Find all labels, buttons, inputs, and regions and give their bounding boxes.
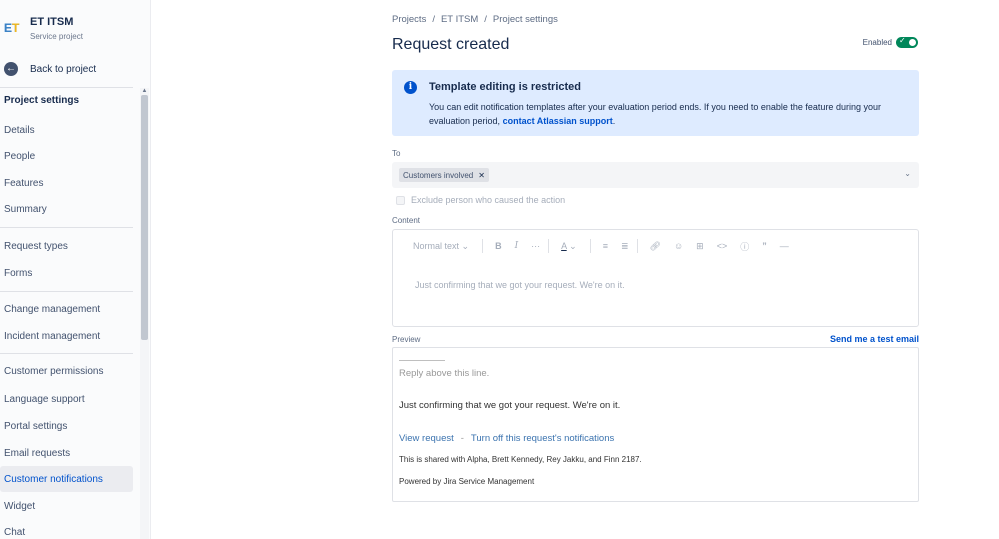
check-icon: ✓ (899, 36, 906, 45)
preview-body: Just confirming that we got your request… (399, 400, 621, 411)
quote-icon[interactable]: ” (762, 241, 767, 251)
divider-icon[interactable]: — (780, 241, 789, 251)
back-to-project-label: Back to project (30, 63, 97, 75)
editor-body-text[interactable]: Just confirming that we got your request… (415, 280, 625, 290)
sidebar-divider (0, 291, 133, 292)
toggle-knob (909, 39, 916, 46)
sidebar-item-features[interactable]: Features (0, 170, 133, 196)
sidebar-item-customer-permissions[interactable]: Customer permissions (0, 358, 133, 384)
text-color-icon[interactable]: A ⌄ (561, 241, 577, 252)
code-icon[interactable]: <> (717, 241, 728, 251)
project-logo: ET (4, 21, 20, 35)
numbered-list-icon[interactable]: ≣ (621, 241, 629, 252)
preview-link-separator: - (460, 433, 464, 444)
preview-reply-line: Reply above this line. (399, 368, 490, 379)
content-label: Content (392, 216, 421, 225)
editor-toolbar: Normal text ⌄ B I ··· A ⌄ ≡ ≣ 🔗︎ ☺ ⊞ <> … (413, 238, 802, 254)
more-formatting-icon[interactable]: ··· (531, 241, 540, 251)
enabled-toggle[interactable]: ✓ (896, 36, 918, 48)
recipient-chip-label: Customers involved (403, 170, 474, 180)
to-select[interactable]: Customers involved ✕ ⌄ (392, 162, 919, 188)
remove-chip-icon[interactable]: ✕ (478, 171, 485, 180)
sidebar-item-request-types[interactable]: Request types (0, 233, 133, 259)
sidebar-divider (0, 353, 133, 354)
sidebar-item-portal-settings[interactable]: Portal settings (0, 413, 133, 439)
banner-message: You can edit notification templates afte… (429, 102, 881, 126)
project-name: ET ITSM (30, 16, 74, 28)
to-label: To (392, 149, 401, 158)
sidebar-item-change-management[interactable]: Change management (0, 296, 133, 322)
info-icon: i (404, 81, 417, 94)
sidebar-item-details[interactable]: Details (0, 117, 133, 143)
exclude-label: Exclude person who caused the action (411, 195, 566, 205)
sidebar-divider (0, 87, 133, 88)
banner-title: Template editing is restricted (429, 81, 582, 93)
breadcrumb-project-settings[interactable]: Project settings (493, 14, 558, 25)
recipient-chip: Customers involved ✕ (399, 168, 489, 182)
sidebar-item-chat[interactable]: Chat (0, 519, 133, 539)
view-request-link[interactable]: View request (399, 433, 454, 444)
chevron-down-icon: ⌄ (461, 240, 470, 251)
sidebar-item-customer-notifications[interactable]: Customer notifications (0, 466, 133, 492)
banner-suffix: . (612, 116, 616, 126)
preview-reply-divider (399, 360, 445, 361)
enabled-control: Enabled ✓ (862, 36, 918, 48)
sidebar-divider (0, 227, 133, 228)
send-test-email-link[interactable]: Send me a test email (830, 334, 919, 344)
table-icon[interactable]: ⊞ (696, 241, 704, 252)
sidebar-item-summary[interactable]: Summary (0, 196, 133, 222)
info-banner: i Template editing is restricted You can… (392, 70, 919, 136)
breadcrumb-projects[interactable]: Projects (392, 14, 426, 25)
contact-support-link[interactable]: contact Atlassian support (503, 116, 613, 126)
page-title: Request created (392, 36, 510, 53)
exclude-option: Exclude person who caused the action (396, 195, 565, 205)
sidebar-item-language-support[interactable]: Language support (0, 386, 133, 412)
sidebar-heading: Project settings (4, 95, 80, 106)
emoji-icon[interactable]: ☺ (674, 241, 683, 251)
scroll-up-icon[interactable]: ▲ (141, 88, 148, 94)
banner-text: You can edit notification templates afte… (429, 100, 907, 128)
sidebar-item-email-requests[interactable]: Email requests (0, 440, 133, 466)
turn-off-notifications-link[interactable]: Turn off this request's notifications (471, 433, 614, 444)
text-style-label: Normal text (413, 240, 460, 251)
sidebar-item-forms[interactable]: Forms (0, 260, 133, 286)
sidebar-scrollbar-thumb[interactable] (141, 95, 148, 340)
link-icon[interactable]: 🔗︎ (650, 241, 661, 252)
chevron-down-icon[interactable]: ⌄ (904, 169, 911, 178)
exclude-checkbox[interactable] (396, 195, 405, 205)
project-type: Service project (30, 32, 83, 41)
preview-links: View request - Turn off this request's not… (399, 433, 614, 444)
toolbar-separator (482, 239, 484, 253)
email-preview: Reply above this line. Just confirming t… (392, 347, 919, 502)
info-panel-icon[interactable]: ⓘ (740, 240, 749, 253)
preview-shared-with: This is shared with Alpha, Brett Kennedy… (399, 455, 642, 464)
toolbar-separator (589, 239, 591, 253)
content-editor: Normal text ⌄ B I ··· A ⌄ ≡ ≣ 🔗︎ ☺ ⊞ <> … (392, 229, 919, 327)
breadcrumb-separator: / (432, 14, 435, 25)
sidebar-item-widget[interactable]: Widget (0, 493, 133, 519)
enabled-label: Enabled (862, 38, 892, 47)
italic-icon[interactable]: I (515, 241, 519, 251)
back-to-project-link[interactable]: ← Back to project (4, 60, 96, 78)
arrow-left-icon: ← (4, 62, 18, 76)
preview-powered-by: Powered by Jira Service Management (399, 477, 535, 486)
toolbar-separator (636, 239, 638, 253)
preview-label: Preview (392, 335, 421, 344)
text-style-dropdown[interactable]: Normal text ⌄ (413, 241, 469, 252)
bullet-list-icon[interactable]: ≡ (603, 241, 608, 251)
toolbar-separator (548, 239, 550, 253)
breadcrumb-separator: / (484, 14, 487, 25)
breadcrumb: Projects / ET ITSM / Project settings (392, 14, 558, 25)
sidebar-item-people[interactable]: People (0, 143, 133, 169)
sidebar-item-incident-management[interactable]: Incident management (0, 323, 133, 349)
sidebar: ET ET ITSM Service project ← Back to pro… (0, 0, 151, 539)
bold-icon[interactable]: B (495, 241, 502, 251)
breadcrumb-project[interactable]: ET ITSM (441, 14, 478, 25)
